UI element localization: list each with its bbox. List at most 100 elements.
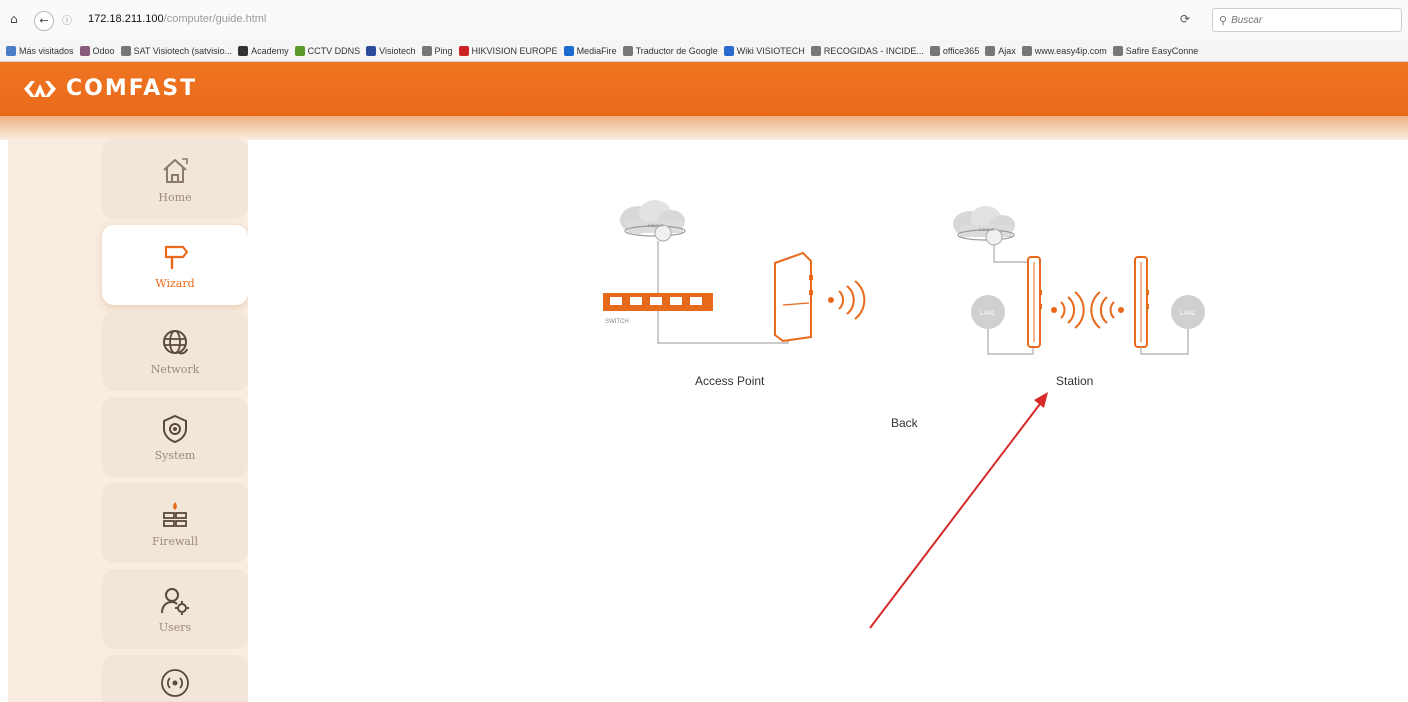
logo-text: COMFAST [66, 76, 198, 101]
bookmark-item[interactable]: RECOGIDAS - INCIDE... [810, 45, 924, 56]
bookmark-label: Wiki VISIOTECH [736, 45, 805, 56]
lan2-icon: LAN2 [1171, 295, 1205, 329]
search-input[interactable] [1231, 14, 1382, 26]
sidebar-item-firewall[interactable]: Firewall [102, 483, 248, 563]
bookmark-item[interactable]: SAT Visiotech (satvisio... [120, 45, 233, 56]
bookmark-favicon-icon [1021, 45, 1032, 56]
sidebar-item-label: Users [158, 620, 192, 634]
bookmark-item[interactable]: Ajax [985, 45, 1016, 56]
header-shadow [0, 116, 1408, 140]
bookmark-label: www.easy4ip.com [1034, 45, 1107, 56]
bookmark-favicon-icon [810, 45, 821, 56]
sidebar-item-wizard[interactable]: Wizard [102, 225, 248, 305]
users-icon [161, 587, 189, 615]
bookmark-label: SAT Visiotech (satvisio... [133, 45, 233, 56]
bookmark-item[interactable]: CCTV DDNS [294, 45, 361, 56]
bookmark-item[interactable]: Academy [238, 45, 289, 56]
bookmark-favicon-icon [563, 45, 574, 56]
shield-gear-icon [163, 414, 187, 443]
access-point-diagram[interactable]: Internet SWITCH [603, 195, 873, 355]
sidebar-item-label: Firewall [152, 534, 198, 548]
browser-search-box[interactable]: ⚲ [1212, 8, 1402, 32]
station-diagram[interactable]: Internet LAN1 LAN2 [938, 202, 1218, 362]
wifi-signal-icon [1090, 291, 1124, 329]
bookmark-label: Academy [251, 45, 289, 56]
lan1-icon: LAN1 [971, 295, 1005, 329]
signpost-icon [164, 245, 189, 269]
bookmark-item[interactable]: MediaFire [563, 45, 617, 56]
wifi-signal-icon [828, 280, 866, 320]
bookmark-label: CCTV DDNS [307, 45, 361, 56]
bookmark-label: HIKVISION EUROPE [471, 45, 558, 56]
svg-text:Internet: Internet [979, 227, 995, 232]
bookmark-favicon-icon [294, 45, 305, 56]
browser-home-icon[interactable]: ⌂ [10, 12, 18, 26]
bookmark-favicon-icon [622, 45, 633, 56]
bookmark-item[interactable]: Ping [421, 45, 453, 56]
address-field[interactable]: 172.18.211.100/computer/guide.html [88, 13, 266, 25]
bookmark-favicon-icon [985, 45, 996, 56]
bookmark-label: office365 [942, 45, 980, 56]
sidebar-item-system[interactable]: System [102, 397, 248, 477]
browser-url-bar: ⌂ ← ⓘ 172.18.211.100/computer/guide.html… [0, 0, 1408, 40]
sidebar-item-users[interactable]: Users [102, 569, 248, 649]
app-header: COMFAST [0, 62, 1408, 116]
home-icon [163, 157, 188, 183]
firewall-icon [163, 501, 187, 527]
bookmark-item[interactable]: Visiotech [366, 45, 416, 56]
sidebar-item-label: Network [150, 362, 200, 376]
sidebar-item-wireless[interactable] [102, 655, 248, 702]
sidebar-item-network[interactable]: Network [102, 311, 248, 391]
comfast-logo-icon [24, 80, 56, 97]
svg-text:SWITCH: SWITCH [605, 319, 629, 325]
reload-icon[interactable]: ⟳ [1180, 12, 1190, 26]
sidebar-item-label: System [154, 448, 196, 462]
bookmark-favicon-icon [79, 45, 90, 56]
bookmark-label: MediaFire [576, 45, 617, 56]
browser-back-icon[interactable]: ← [34, 11, 54, 31]
svg-text:Internet: Internet [648, 223, 664, 228]
bookmark-favicon-icon [238, 45, 249, 56]
bookmark-favicon-icon [421, 45, 432, 56]
globe-network-icon [163, 329, 188, 354]
bookmark-item[interactable]: HIKVISION EUROPE [458, 45, 558, 56]
access-point-device-icon [774, 251, 813, 343]
sidebar-item-label: Home [158, 190, 192, 204]
bookmark-favicon-icon [458, 45, 469, 56]
bookmark-label: Visiotech [379, 45, 416, 56]
svg-text:LAN1: LAN1 [980, 311, 996, 317]
annotation-arrow [869, 392, 1048, 629]
station-cpe-left-icon [1027, 256, 1042, 348]
internet-cloud-icon: Internet [620, 200, 686, 242]
wifi-signal-icon [1051, 291, 1085, 329]
bookmark-item[interactable]: www.easy4ip.com [1021, 45, 1107, 56]
bookmark-label: Safire EasyConne [1125, 45, 1199, 56]
bookmark-label: Odoo [92, 45, 115, 56]
bookmark-item[interactable]: Odoo [79, 45, 115, 56]
sidebar-item-label: Wizard [155, 276, 195, 290]
bookmark-label: Ajax [998, 45, 1016, 56]
bookmark-item[interactable]: office365 [929, 45, 980, 56]
access-point-mode-label[interactable]: Access Point [695, 374, 764, 388]
bookmark-favicon-icon [366, 45, 377, 56]
comfast-logo: COMFAST [22, 76, 197, 101]
bookmark-favicon-icon [120, 45, 131, 56]
bookmark-label: Traductor de Google [635, 45, 718, 56]
bookmark-item[interactable]: Safire EasyConne [1112, 45, 1199, 56]
bookmark-label: Más visitados [19, 45, 74, 56]
bookmark-favicon-icon [723, 45, 734, 56]
site-info-icon[interactable]: ⓘ [62, 12, 72, 27]
main-content: Internet SWITCH Access Point Internet LA… [248, 140, 1408, 702]
sidebar-item-home[interactable]: Home [102, 139, 248, 219]
station-cpe-right-icon [1134, 256, 1149, 348]
svg-text:LAN2: LAN2 [1180, 311, 1196, 317]
bookmark-item[interactable]: Wiki VISIOTECH [723, 45, 805, 56]
bookmark-favicon-icon [6, 45, 16, 56]
wireless-icon [161, 669, 189, 697]
internet-cloud-icon: Internet [953, 206, 1015, 246]
bookmark-item[interactable]: Traductor de Google [622, 45, 718, 56]
bookmark-favicon-icon [1112, 45, 1123, 56]
bookmark-item[interactable]: Más visitados [6, 45, 74, 56]
bookmark-label: RECOGIDAS - INCIDE... [823, 45, 924, 56]
search-icon: ⚲ [1219, 13, 1228, 27]
